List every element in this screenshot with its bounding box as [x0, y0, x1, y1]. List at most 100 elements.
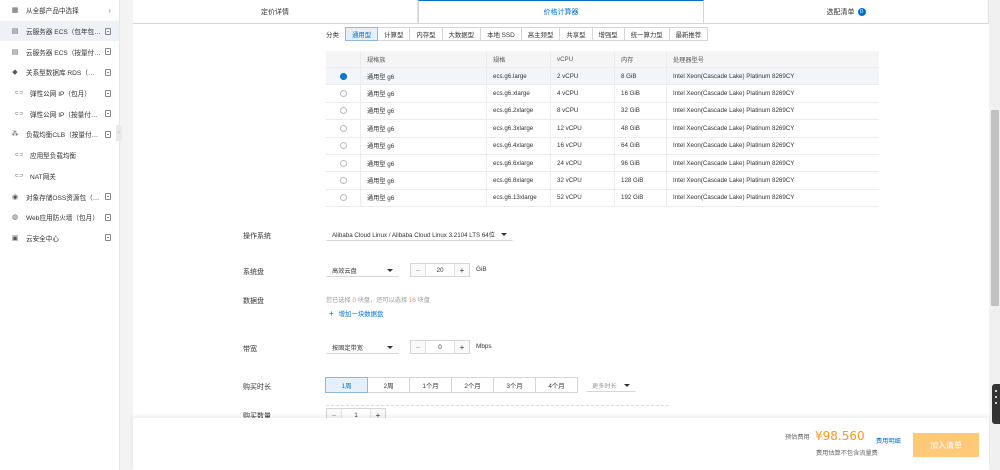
- sidebar-item-label: 从全部产品中选择: [26, 8, 79, 16]
- server-icon: ▤: [11, 28, 19, 36]
- category-option[interactable]: 通用型: [345, 27, 379, 41]
- document-icon: [105, 48, 111, 56]
- sidebar-item[interactable]: ⊂⊃ 弹性公网 IP（包月）: [0, 83, 119, 104]
- table-row[interactable]: 通用型 g6 ecs.g6.13xlarge 52 vCPU 192 GiB Intel…: [326, 189, 879, 208]
- tab-pricing-details[interactable]: 定价详情: [133, 0, 418, 23]
- table-header: 规格族 规格 vCPU 内存 处理器型号: [326, 51, 879, 68]
- category-option[interactable]: 增强型: [591, 27, 625, 41]
- database-icon: ◆: [12, 69, 18, 77]
- row-radio[interactable]: [339, 177, 347, 185]
- tab-bar: 定价详情 价格计算器 选配清单 0: [133, 0, 989, 24]
- table-row[interactable]: 通用型 g6 ecs.g6.2xlarge 8 vCPU 32 GiB Intel Xe…: [326, 102, 879, 121]
- table-cell: ecs.g6.large: [486, 68, 550, 85]
- sidebar-item[interactable]: ▣ 云安全中心: [0, 228, 119, 249]
- server-icon: ▤: [11, 48, 19, 56]
- table-cell: 通用型 g6: [360, 102, 486, 120]
- tab-selection-list[interactable]: 选配清单 0: [704, 0, 989, 23]
- table-cell: 12 vCPU: [550, 120, 614, 137]
- table-cell: 52 vCPU: [550, 189, 614, 207]
- selection-count-badge: 0: [857, 7, 866, 16]
- table-cell: 16 vCPU: [550, 137, 614, 154]
- sidebar-item[interactable]: ▤ 云服务器 ECS（包年包月）: [0, 20, 119, 42]
- os-select[interactable]: Alibaba Cloud Linux / Alibaba Cloud Linu…: [326, 227, 513, 241]
- category-label: 分类: [326, 32, 339, 39]
- table-cell: Intel Xeon(Cascade Lake) Platinum 8269CY: [666, 172, 879, 189]
- category-option[interactable]: 本地 SSD: [480, 27, 522, 41]
- table-row[interactable]: 通用型 g6 ecs.g6.8xlarge 32 vCPU 128 GiB Intel …: [326, 172, 879, 190]
- category-option[interactable]: 内存型: [409, 27, 443, 41]
- decrement-button[interactable]: −: [411, 264, 425, 276]
- row-radio[interactable]: [339, 107, 347, 115]
- data-disk-note: 您已选择 0 块盘，还可以选择 16 块盘: [326, 297, 430, 304]
- os-label: 操作系统: [243, 233, 271, 240]
- header-family: 规格族: [360, 51, 486, 67]
- sidebar-item[interactable]: ◉ 对象存储OSS资源包（包年）: [0, 186, 119, 207]
- row-radio[interactable]: [339, 194, 347, 202]
- tab-price-calculator[interactable]: 价格计算器: [418, 0, 704, 23]
- system-disk-size-input[interactable]: 20: [425, 264, 455, 276]
- sidebar-collapse-handle[interactable]: ‹: [116, 125, 122, 141]
- system-disk-type-select[interactable]: 高效云盘: [326, 263, 399, 277]
- duration-option[interactable]: 2个月: [451, 377, 494, 393]
- table-cell: 64 GiB: [614, 137, 666, 154]
- sidebar-item-label: 云服务器 ECS（按量付费）: [26, 49, 101, 57]
- link-icon: ⊂⊃: [14, 110, 24, 117]
- sidebar-item[interactable]: ◍ Web应用防火墙（包月）: [0, 207, 119, 228]
- sidebar-item[interactable]: ⁂ 负载均衡CLB（按量付费）: [0, 124, 119, 145]
- table-row[interactable]: 通用型 g6 ecs.g6.3xlarge 12 vCPU 48 GiB Intel X…: [326, 120, 879, 138]
- table-cell: 192 GiB: [614, 189, 666, 207]
- category-option[interactable]: 统一算力型: [623, 27, 670, 41]
- bandwidth-input[interactable]: 0: [425, 341, 455, 353]
- row-radio[interactable]: [339, 124, 347, 132]
- table-cell: 24 vCPU: [550, 154, 614, 172]
- table-row[interactable]: 通用型 g6 ecs.g6.large 2 vCPU 8 GiB Intel Xeon(…: [326, 68, 879, 86]
- fee-detail-link[interactable]: 费用明细: [876, 436, 901, 445]
- table-row[interactable]: 通用型 g6 ecs.g6.6xlarge 24 vCPU 96 GiB Intel X…: [326, 154, 879, 173]
- row-radio[interactable]: [339, 72, 347, 80]
- category-option[interactable]: 计算型: [377, 27, 411, 41]
- more-duration-select[interactable]: 更多时长: [586, 378, 636, 392]
- category-option[interactable]: 大数据型: [441, 27, 482, 41]
- page-scrollbar-thumb[interactable]: [991, 110, 999, 306]
- sidebar-item-label: 云安全中心: [26, 235, 59, 243]
- sidebar-item-label: 云服务器 ECS（包年包月）: [26, 29, 101, 37]
- floating-tool-handle[interactable]: [992, 384, 1000, 424]
- bandwidth-stepper: − 0 +: [410, 340, 470, 354]
- duration-option[interactable]: 1周: [325, 377, 368, 393]
- table-cell: 48 GiB: [614, 120, 666, 137]
- category-options: 通用型 计算型 内存型 大数据型 本地 SSD 高主频型 共享型 增强型 统一算力型 最新推荐: [345, 27, 709, 41]
- sidebar-item[interactable]: ⊂⊃ 弹性公网 IP（按量付费）: [0, 103, 119, 124]
- sidebar-item[interactable]: ◆ 关系型数据库 RDS（包年包月）: [0, 62, 119, 83]
- table-row[interactable]: 通用型 g6 ecs.g6.xlarge 4 vCPU 16 GiB Intel Xeo…: [326, 85, 879, 103]
- duration-option[interactable]: 3个月: [493, 377, 536, 393]
- sidebar-item-label: 关系型数据库 RDS（包年包月）: [26, 70, 101, 78]
- category-option[interactable]: 共享型: [559, 27, 593, 41]
- row-radio[interactable]: [339, 90, 347, 98]
- table-cell: 通用型 g6: [360, 172, 486, 189]
- duration-option[interactable]: 2周: [367, 377, 410, 393]
- category-option[interactable]: 高主频型: [520, 27, 561, 41]
- increment-button[interactable]: +: [455, 264, 469, 276]
- link-icon: ⊂⊃: [14, 152, 24, 159]
- duration-option[interactable]: 4个月: [535, 377, 578, 393]
- header-processor: 处理器型号: [666, 51, 879, 67]
- bandwidth-type-select[interactable]: 按固定带宽: [326, 340, 399, 354]
- sidebar-item[interactable]: ▦ 从全部产品中选择 ›: [0, 0, 119, 21]
- row-radio[interactable]: [339, 159, 347, 167]
- table-cell: 32 vCPU: [550, 172, 614, 189]
- sidebar-item[interactable]: ⊂⊃ 应用型负载均衡: [0, 145, 119, 166]
- row-radio[interactable]: [339, 142, 347, 150]
- sidebar-item[interactable]: ▤ 云服务器 ECS（按量付费）: [0, 41, 119, 62]
- sidebar-item[interactable]: ⊂⊃ NAT网关: [0, 166, 119, 187]
- sidebar-item-label: 应用型负载均衡: [30, 153, 77, 161]
- increment-button[interactable]: +: [455, 341, 469, 353]
- duration-option[interactable]: 1个月: [409, 377, 452, 393]
- table-row[interactable]: 通用型 g6 ecs.g6.4xlarge 16 vCPU 64 GiB Intel X…: [326, 137, 879, 155]
- add-to-list-button[interactable]: 加入清单: [913, 433, 979, 457]
- category-option[interactable]: 最新推荐: [668, 27, 709, 41]
- table-cell: ecs.g6.4xlarge: [486, 137, 550, 154]
- decrement-button[interactable]: −: [411, 341, 425, 353]
- add-data-disk-link[interactable]: + 增加一块数据盘: [329, 309, 383, 318]
- table-cell: Intel Xeon(Cascade Lake) Platinum 8269CY: [666, 189, 879, 207]
- shield-icon: ▣: [11, 234, 19, 242]
